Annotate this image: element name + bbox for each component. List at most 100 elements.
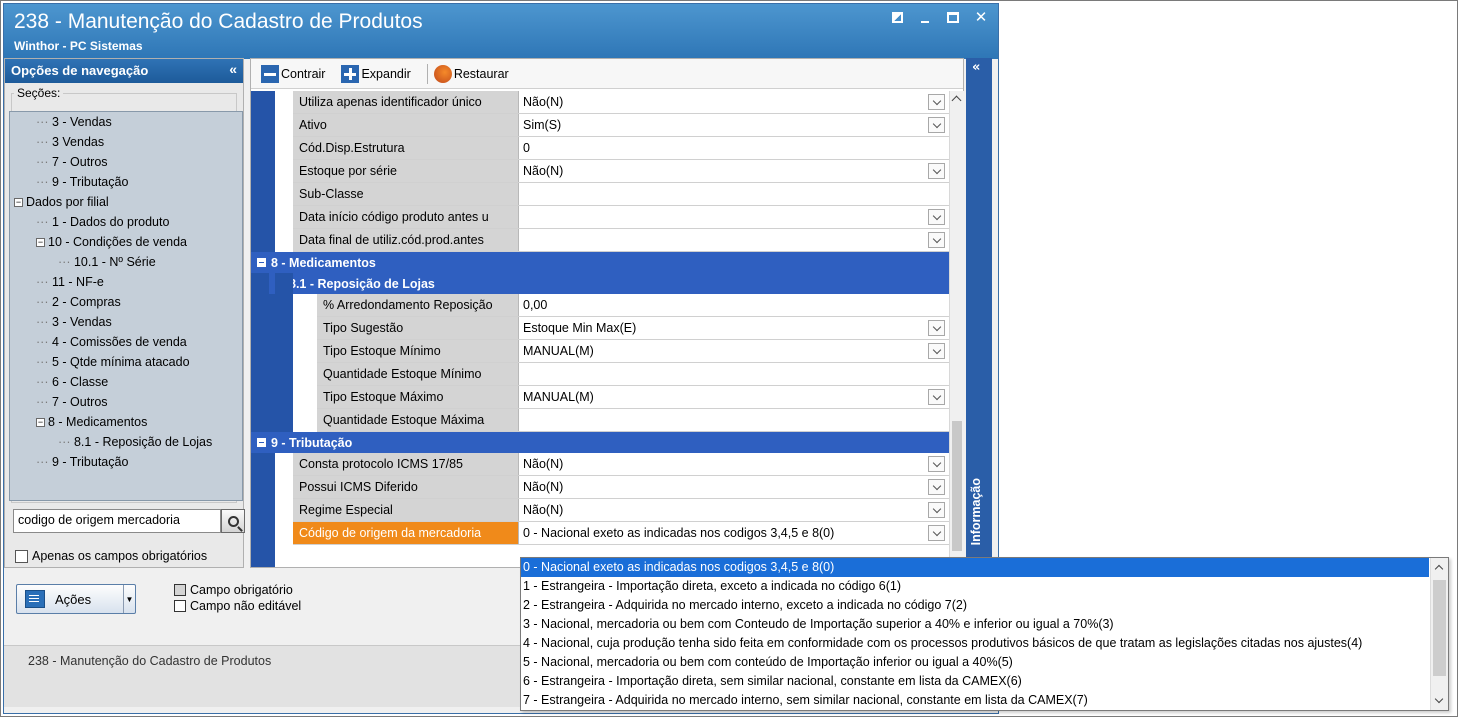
dropdown-button[interactable]: [928, 479, 945, 495]
close-button[interactable]: ✕: [974, 8, 988, 26]
property-row[interactable]: Quantidade Estoque Máxima: [317, 409, 949, 432]
expand-button[interactable]: Expandir: [341, 64, 411, 83]
property-value[interactable]: Não(N): [519, 499, 949, 521]
property-row[interactable]: Estoque por série Não(N): [293, 160, 949, 183]
collapse-node-icon[interactable]: −: [14, 198, 23, 208]
property-row[interactable]: % Arredondamento Reposição 0,00: [317, 294, 949, 317]
collapse-info-icon[interactable]: «: [972, 60, 980, 75]
dropdown-button[interactable]: [928, 456, 945, 472]
origin-dropdown-list[interactable]: 0 - Nacional exeto as indicadas nos codi…: [520, 557, 1449, 711]
dropdown-button[interactable]: [928, 343, 945, 359]
tree-item[interactable]: ··· 3 - Vendas: [10, 312, 242, 332]
property-row[interactable]: Ativo Sim(S): [293, 114, 949, 137]
dropdown-option[interactable]: 4 - Nacional, cuja produção tenha sido f…: [521, 634, 1429, 653]
property-row[interactable]: Utiliza apenas identificador único Não(N): [293, 91, 949, 114]
property-value[interactable]: 0,00: [519, 294, 949, 316]
dropdown-button[interactable]: [928, 502, 945, 518]
tree-item[interactable]: −8 - Medicamentos: [10, 412, 242, 432]
property-row[interactable]: Quantidade Estoque Mínimo: [317, 363, 949, 386]
tree-item[interactable]: ··· 10.1 - Nº Série: [10, 252, 242, 272]
dropdown-option[interactable]: 1 - Estrangeira - Importação direta, exc…: [521, 577, 1429, 596]
dropdown-button[interactable]: [928, 389, 945, 405]
property-value[interactable]: Não(N): [519, 453, 949, 475]
tree-item[interactable]: ··· 8.1 - Reposição de Lojas: [10, 432, 242, 452]
property-value[interactable]: Não(N): [519, 91, 949, 113]
dropdown-option[interactable]: 6 - Estrangeira - Importação direta, sem…: [521, 672, 1429, 691]
tree-item[interactable]: ··· 4 - Comissões de venda: [10, 332, 242, 352]
property-value[interactable]: [519, 183, 949, 205]
property-value[interactable]: Não(N): [519, 476, 949, 498]
tree-item[interactable]: ··· 6 - Classe: [10, 372, 242, 392]
property-row[interactable]: Data início código produto antes u: [293, 206, 949, 229]
property-value[interactable]: [519, 409, 949, 431]
tree-item[interactable]: ··· 1 - Dados do produto: [10, 212, 242, 232]
tree-item[interactable]: −10 - Condições de venda: [10, 232, 242, 252]
tree-item[interactable]: ··· 5 - Qtde mínima atacado: [10, 352, 242, 372]
dropdown-option[interactable]: 3 - Nacional, mercadoria ou bem com Cont…: [521, 615, 1429, 634]
property-value[interactable]: [519, 229, 949, 251]
property-row[interactable]: Sub-Classe: [293, 183, 949, 206]
dropdown-option[interactable]: 2 - Estrangeira - Adquirida no mercado i…: [521, 596, 1429, 615]
collapse-button[interactable]: Contrair: [261, 64, 325, 83]
tree-item[interactable]: ··· 3 Vendas: [10, 132, 242, 152]
property-value[interactable]: MANUAL(M): [519, 386, 949, 408]
property-row[interactable]: Tipo Estoque Mínimo MANUAL(M): [317, 340, 949, 363]
property-value[interactable]: 0: [519, 137, 949, 159]
required-only-toggle[interactable]: Apenas os campos obrigatórios: [15, 549, 207, 563]
property-value[interactable]: MANUAL(M): [519, 340, 949, 362]
property-row[interactable]: Cód.Disp.Estrutura 0: [293, 137, 949, 160]
section-header[interactable]: 8 - Medicamentos: [251, 252, 949, 273]
dropdown-button[interactable]: [928, 209, 945, 225]
dropdown-button[interactable]: [928, 320, 945, 336]
tree-item[interactable]: ··· 9 - Tributação: [10, 172, 242, 192]
grid-scrollbar[interactable]: [949, 91, 964, 567]
property-row[interactable]: Tipo Estoque Máximo MANUAL(M): [317, 386, 949, 409]
scroll-thumb[interactable]: [952, 421, 962, 551]
dropdown-scroll-up-icon[interactable]: [1434, 564, 1444, 574]
property-value[interactable]: [519, 363, 949, 385]
actions-dropdown-arrow[interactable]: ▼: [123, 585, 135, 613]
property-value[interactable]: Estoque Min Max(E): [519, 317, 949, 339]
restore-button[interactable]: Restaurar: [433, 64, 509, 83]
dropdown-scroll-down-icon[interactable]: [1434, 694, 1444, 704]
property-row[interactable]: Consta protocolo ICMS 17/85 Não(N): [293, 453, 949, 476]
dropdown-button[interactable]: [928, 232, 945, 248]
dropdown-option[interactable]: 7 - Estrangeira - Adquirida no mercado i…: [521, 691, 1429, 710]
actions-button[interactable]: Ações ▼: [16, 584, 136, 614]
maximize-button[interactable]: [946, 10, 960, 24]
dropdown-option[interactable]: 0 - Nacional exeto as indicadas nos codi…: [521, 558, 1429, 577]
tree-item[interactable]: ··· 11 - NF-e: [10, 272, 242, 292]
collapse-node-icon[interactable]: −: [36, 238, 45, 248]
dropdown-button[interactable]: [928, 117, 945, 133]
collapse-section-icon[interactable]: [257, 258, 266, 267]
dropdown-button[interactable]: [928, 163, 945, 179]
tree-item[interactable]: − Dados por filial: [10, 192, 242, 212]
tree-item[interactable]: ··· 7 - Outros: [10, 392, 242, 412]
dropdown-button[interactable]: [928, 525, 945, 541]
property-row[interactable]: Código de origem da mercadoria 0 - Nacion…: [293, 522, 949, 545]
property-row[interactable]: Possui ICMS Diferido Não(N): [293, 476, 949, 499]
tree-item[interactable]: ··· 3 - Vendas: [10, 112, 242, 132]
scroll-up-icon[interactable]: [951, 95, 962, 106]
search-button[interactable]: [221, 509, 245, 533]
property-value[interactable]: Sim(S): [519, 114, 949, 136]
collapse-nav-icon[interactable]: «: [229, 61, 237, 77]
collapse-section-icon[interactable]: [257, 438, 266, 447]
minimize-button[interactable]: [918, 10, 932, 24]
tree-item[interactable]: ··· 2 - Compras: [10, 292, 242, 312]
restore-window-button[interactable]: [890, 10, 904, 24]
dropdown-option[interactable]: 5 - Nacional, mercadoria ou bem com cont…: [521, 653, 1429, 672]
property-value[interactable]: [519, 206, 949, 228]
property-row[interactable]: Tipo Sugestão Estoque Min Max(E): [317, 317, 949, 340]
section-header[interactable]: 9 - Tributação: [251, 432, 949, 453]
field-search-input[interactable]: codigo de origem mercadoria: [13, 509, 221, 533]
dropdown-scrollbar[interactable]: [1430, 558, 1448, 710]
collapse-node-icon[interactable]: −: [36, 418, 45, 428]
information-panel[interactable]: « Informação: [966, 58, 992, 568]
property-row[interactable]: Data final de utiliz.cód.prod.antes: [293, 229, 949, 252]
property-value[interactable]: 0 - Nacional exeto as indicadas nos codi…: [519, 522, 949, 544]
section-header[interactable]: 8.1 - Reposição de Lojas: [269, 273, 949, 294]
required-only-checkbox[interactable]: [15, 549, 28, 563]
dropdown-button[interactable]: [928, 94, 945, 110]
tree-item[interactable]: ··· 7 - Outros: [10, 152, 242, 172]
